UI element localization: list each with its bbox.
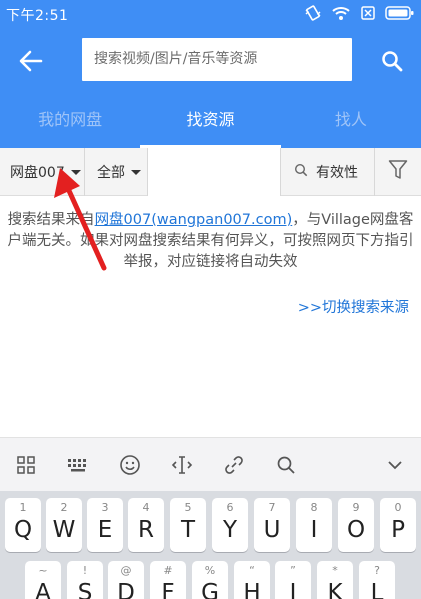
key[interactable]: ! S — [67, 561, 103, 599]
collapse-keyboard-icon[interactable] — [369, 438, 421, 492]
funnel-icon — [388, 159, 408, 185]
source-disclaimer: 搜索结果来自网盘007(wangpan007.com)，与Village网盘客户… — [6, 210, 415, 273]
app-bar: 搜索视频/图片/音乐等资源 — [0, 28, 421, 92]
emoji-icon[interactable] — [104, 438, 156, 492]
key-letter: S — [77, 580, 93, 599]
key-alt: 1 — [19, 501, 27, 514]
status-bar: 下午2:51 — [0, 0, 421, 28]
key-alt: % — [204, 564, 216, 577]
key[interactable]: ~ A — [25, 561, 61, 599]
key-alt: ” — [290, 564, 296, 577]
search-icon[interactable] — [381, 50, 403, 72]
tab-find-resources[interactable]: 找资源 — [140, 92, 281, 148]
key-alt: 6 — [226, 501, 234, 514]
chevron-down-icon — [131, 169, 141, 175]
category-dropdown[interactable]: 全部 — [85, 148, 148, 196]
app-screen: 下午2:51 搜索视频/图片/音乐等资源 我的网盘 找资源 找人 网盘007 全… — [0, 0, 421, 599]
text-cursor-icon[interactable] — [156, 438, 208, 492]
key[interactable]: ? L — [359, 561, 395, 599]
filter-button[interactable] — [375, 148, 421, 196]
key-alt: ? — [374, 564, 380, 577]
key[interactable]: * K — [317, 561, 353, 599]
search-icon — [294, 163, 308, 181]
key[interactable]: @ D — [108, 561, 144, 599]
grid-icon[interactable] — [0, 438, 52, 492]
key[interactable]: ” J — [275, 561, 311, 599]
sim-off-icon — [360, 5, 376, 25]
filter-bar: 网盘007 全部 有效性 — [0, 148, 421, 196]
tab-my-netdisk[interactable]: 我的网盘 — [0, 92, 140, 148]
key-letter: Q — [13, 517, 33, 543]
key-alt: # — [163, 564, 173, 577]
key-alt: 4 — [142, 501, 150, 514]
keyboard-icon[interactable] — [52, 438, 104, 492]
wifi-icon — [331, 5, 351, 25]
key[interactable]: 2W — [46, 498, 82, 552]
key-alt: 7 — [268, 501, 276, 514]
key-alt: ! — [82, 564, 88, 577]
key-alt: 5 — [184, 501, 192, 514]
status-time: 下午2:51 — [6, 8, 69, 24]
back-arrow-icon[interactable] — [18, 48, 44, 74]
disclaimer-prefix: 搜索结果来自 — [7, 212, 95, 228]
key-letter: G — [201, 580, 219, 599]
key-letter: J — [289, 580, 297, 599]
source-link[interactable]: 网盘007(wangpan007.com) — [95, 212, 293, 228]
key-letter: I — [310, 517, 318, 543]
key-letter: E — [97, 517, 113, 543]
key[interactable]: 1Q — [5, 498, 41, 552]
key[interactable]: 4R — [128, 498, 164, 552]
key-letter: R — [138, 517, 154, 543]
tab-find-people[interactable]: 找人 — [281, 92, 421, 148]
link-icon[interactable] — [208, 438, 260, 492]
key-alt: 3 — [101, 501, 109, 514]
key-letter: Y — [222, 517, 238, 543]
key[interactable]: % G — [192, 561, 228, 599]
key-alt: 9 — [352, 501, 360, 514]
search-icon[interactable] — [260, 438, 312, 492]
battery-icon — [385, 5, 415, 25]
key-alt: 0 — [394, 501, 402, 514]
key-letter: P — [391, 517, 405, 543]
key[interactable]: 7U — [254, 498, 290, 552]
key[interactable]: 8I — [296, 498, 332, 552]
key-letter: F — [161, 580, 175, 599]
status-icons — [304, 4, 415, 26]
key[interactable]: 3E — [87, 498, 123, 552]
switch-source-link[interactable]: >>切换搜索来源 — [298, 296, 409, 317]
key-letter: O — [346, 517, 366, 543]
key[interactable]: 5T — [170, 498, 206, 552]
key-alt: 8 — [310, 501, 318, 514]
key-letter: T — [180, 517, 196, 543]
key-letter: U — [263, 517, 281, 543]
key-alt: @ — [120, 564, 132, 577]
key-alt: ~ — [38, 564, 48, 577]
key-letter: L — [370, 580, 384, 599]
category-label: 全部 — [97, 165, 125, 181]
key-letter: H — [243, 580, 261, 599]
key-letter: D — [117, 580, 135, 599]
vibrate-icon — [304, 4, 322, 26]
filter-spacer — [148, 148, 281, 196]
search-input[interactable]: 搜索视频/图片/音乐等资源 — [82, 38, 352, 81]
validity-label: 有效性 — [316, 165, 358, 181]
key-alt: * — [332, 564, 338, 577]
soft-keyboard: 1Q 2W 3E 4R 5T 6Y 7U 8I 9O 0P ~ A ! S @ D #… — [0, 491, 421, 599]
key-letter: A — [35, 580, 51, 599]
key[interactable]: “H — [234, 561, 270, 599]
chevron-down-icon — [70, 169, 81, 175]
key-letter: W — [52, 517, 76, 543]
key[interactable]: # F — [150, 561, 186, 599]
key[interactable]: 0P — [380, 498, 416, 552]
tab-bar: 我的网盘 找资源 找人 — [0, 92, 421, 148]
key-alt: 2 — [60, 501, 68, 514]
source-label: 网盘007 — [10, 165, 65, 181]
key-letter: K — [327, 580, 343, 599]
key[interactable]: 9O — [338, 498, 374, 552]
source-dropdown[interactable]: 网盘007 — [0, 148, 85, 196]
keyboard-toolbar — [0, 437, 421, 491]
key-alt: “ — [249, 564, 255, 577]
validity-filter[interactable]: 有效性 — [281, 148, 375, 196]
key[interactable]: 6Y — [212, 498, 248, 552]
